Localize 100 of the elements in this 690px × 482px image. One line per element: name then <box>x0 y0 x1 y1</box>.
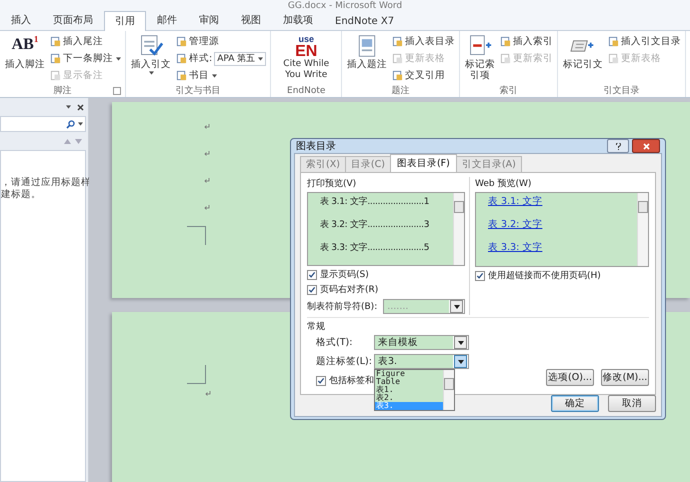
scrollbar[interactable] <box>443 370 454 410</box>
ribbon-tab[interactable]: 引用 <box>104 11 146 31</box>
paragraph-mark-icon <box>204 205 210 210</box>
style-combo[interactable]: APA 第五 <box>214 52 266 66</box>
ribbon-large-button[interactable]: 插入引文 <box>131 59 171 70</box>
logo-small-text: use <box>298 34 314 44</box>
ribbon-small-button[interactable]: 插入尾注 <box>63 35 103 48</box>
checkbox[interactable] <box>307 270 317 280</box>
ribbon-small-button[interactable]: 插入引文目录 <box>621 35 682 48</box>
dropdown-button[interactable] <box>454 355 467 368</box>
caret-icon <box>258 56 264 60</box>
preview-link[interactable]: 表 3.3: 文字 <box>488 242 635 254</box>
dropdown-option[interactable]: Table <box>375 378 443 386</box>
search-icon[interactable] <box>66 120 75 128</box>
small-document-icon <box>608 36 620 47</box>
ribbon-tab[interactable]: 页面布局 <box>42 10 104 30</box>
dialog-tab[interactable]: 引文目录(A) <box>456 156 522 172</box>
ribbon-small-button[interactable]: 书目 <box>189 69 209 82</box>
caret-icon <box>66 105 71 109</box>
dropdown-option[interactable]: Figure <box>375 370 443 378</box>
caret-icon <box>458 360 464 364</box>
checkbox-label: 包括标签和 <box>329 374 374 387</box>
preview-entry: 表 3.3: 文字......................5 <box>320 242 430 254</box>
dropdown-option[interactable]: 表1. <box>375 386 443 394</box>
small-document-icon <box>176 36 187 47</box>
ribbon-large-button[interactable]: 标记索引项 <box>465 59 496 81</box>
dialog-tab[interactable]: 索引(X) <box>300 156 346 172</box>
icon-superscript: 1 <box>34 34 38 44</box>
caret-icon <box>458 340 464 344</box>
help-button[interactable] <box>607 139 629 153</box>
dialog-launcher-icon[interactable] <box>113 87 121 95</box>
ribbon-tab[interactable]: 视图 <box>230 10 272 30</box>
caption-label-label: 题注标签(L): <box>316 355 373 368</box>
help-icon <box>616 142 620 150</box>
ribbon-tab[interactable]: 加载项 <box>272 10 324 30</box>
ribbon-small-button[interactable]: 管理源 <box>189 35 219 48</box>
paragraph-mark-icon <box>205 391 211 396</box>
ribbon-tab[interactable]: 插入 <box>0 10 42 30</box>
dialog-button[interactable]: 选项(O)... <box>546 369 594 386</box>
document-mark-icon <box>467 34 494 58</box>
small-document-icon <box>392 36 404 47</box>
dialog-button[interactable]: 修改(M)... <box>601 369 649 386</box>
preview-link[interactable]: 表 3.2: 文字 <box>488 219 635 231</box>
ribbon-large-button[interactable]: 插入脚注 <box>5 59 45 70</box>
checkbox[interactable] <box>475 270 485 280</box>
web-preview-label: Web 预览(W) <box>475 178 532 190</box>
ribbon-large-button[interactable]: 插入题注 <box>347 59 388 70</box>
small-document-icon <box>500 36 512 47</box>
small-document-icon <box>50 36 61 47</box>
crop-mark-icon <box>187 365 206 384</box>
group-label: 引文与书目 <box>176 84 221 97</box>
scrollbar[interactable] <box>453 193 464 266</box>
small-document-icon <box>50 70 61 81</box>
search-field[interactable] <box>0 116 86 132</box>
format-label: 格式(T): <box>316 336 354 349</box>
ribbon-tab[interactable]: 邮件 <box>146 10 188 30</box>
ribbon-small-button[interactable]: 下一条脚注 <box>63 52 113 65</box>
small-document-icon <box>392 53 404 64</box>
dropdown-option[interactable]: 表2. <box>375 394 443 402</box>
nav-message: 建标题。 <box>1 189 42 201</box>
ribbon-small-button[interactable]: 插入索引 <box>513 35 554 48</box>
dropdown-button[interactable] <box>454 336 467 349</box>
ribbon-large-button[interactable]: 标记引文 <box>563 59 604 70</box>
close-button[interactable] <box>632 139 660 153</box>
ribbon-small-button[interactable]: 样式: <box>189 52 212 65</box>
checkbox[interactable] <box>316 376 326 386</box>
ribbon-tab[interactable]: 审阅 <box>188 10 230 30</box>
checkbox[interactable] <box>307 284 317 295</box>
close-icon[interactable] <box>77 104 84 110</box>
ok-button[interactable]: 确定 <box>551 395 599 412</box>
logo-text: EN <box>295 44 318 60</box>
caret-icon <box>78 122 83 126</box>
small-document-icon <box>392 70 404 81</box>
cancel-button[interactable]: 取消 <box>608 395 656 412</box>
caption-label-select[interactable]: 表3. <box>374 354 469 369</box>
small-document-icon <box>176 70 187 81</box>
checkbox-label: 显示页码(S) <box>320 268 369 282</box>
dialog-tab[interactable]: 目录(C) <box>344 156 391 172</box>
paragraph-mark-icon <box>204 124 210 129</box>
format-select[interactable]: 来自模板 <box>374 335 469 350</box>
dialog-tab[interactable]: 图表目录(F) <box>390 154 457 172</box>
print-preview-label: 打印预览(V) <box>307 178 358 190</box>
ribbon-tab[interactable]: EndNote X7 <box>324 13 406 30</box>
checkbox-label: 使用超链接而不使用页码(H) <box>488 270 601 282</box>
scrollbar[interactable] <box>637 193 648 266</box>
close-icon <box>642 142 650 150</box>
icon-letters: AB <box>12 35 34 55</box>
document-check-icon <box>138 34 164 58</box>
preview-link[interactable]: 表 3.1: 文字 <box>488 196 635 208</box>
group-label: 引文目录 <box>604 84 640 97</box>
crop-mark-icon <box>187 226 206 245</box>
ribbon-small-button[interactable]: 插入表目录 <box>405 35 456 48</box>
small-document-icon <box>500 53 512 64</box>
preview-entry: 表 3.1: 文字......................1 <box>320 196 430 208</box>
preview-entry: 表 3.2: 文字......................3 <box>320 219 430 231</box>
group-label: EndNote <box>287 86 326 96</box>
ribbon-small-button[interactable]: 交叉引用 <box>405 69 446 82</box>
ribbon-large-button[interactable]: Cite While You Write <box>276 59 336 81</box>
caret-icon <box>454 304 460 309</box>
paragraph-mark-icon <box>204 151 210 156</box>
